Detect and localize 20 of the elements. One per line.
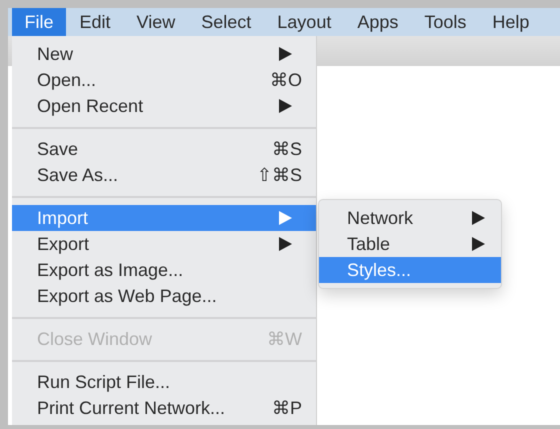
menu-item[interactable]: Run Script File...	[12, 369, 316, 395]
menu-item[interactable]: Network	[319, 205, 501, 231]
menu-item[interactable]: Open Recent	[12, 93, 316, 119]
menu-item[interactable]: Open... ⌘O	[12, 67, 316, 93]
menu-bar-item[interactable]: File	[12, 8, 66, 36]
menu-bar-item[interactable]: Layout	[264, 8, 344, 36]
menu-bar-item[interactable]: Select	[188, 8, 264, 36]
menu-item[interactable]: Save As... ⇧⌘S	[12, 162, 316, 188]
menu-item[interactable]: Export as Web Page...	[12, 283, 316, 309]
menu-bar-item[interactable]: Edit	[67, 8, 124, 36]
menu-item[interactable]: Save ⌘S	[12, 136, 316, 162]
menu-item[interactable]: New	[12, 41, 316, 67]
menu-item[interactable]: Export as Image...	[12, 257, 316, 283]
menu-item[interactable]: Print Current Network... ⌘P	[12, 395, 316, 421]
menu-bar-item[interactable]: View	[124, 8, 188, 36]
menu-bar-item[interactable]: Tools	[412, 8, 479, 36]
menu-item[interactable]: Export	[12, 231, 316, 257]
menu-item[interactable]: Table	[319, 231, 501, 257]
menu-bar-item[interactable]: Apps	[344, 8, 411, 36]
menu-bar-item[interactable]: Help	[480, 8, 542, 36]
